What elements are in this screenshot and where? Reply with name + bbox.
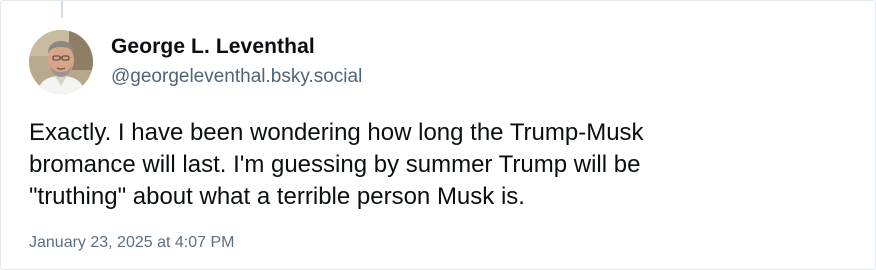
post-text-line: Exactly. I have been wondering how long … [29,119,644,146]
post-text-line: bromance will last. I'm guessing by summ… [29,151,641,178]
author-handle[interactable]: @georgeleventhal.bsky.social [111,66,362,88]
post-body-text: Exactly. I have been wondering how long … [29,117,849,213]
post-timestamp[interactable]: January 23, 2025 at 4:07 PM [29,234,234,252]
avatar-photo-icon [29,30,93,94]
thread-connector-line [61,1,63,18]
author-display-name[interactable]: George L. Leventhal [111,35,315,59]
post-card[interactable]: George L. Leventhal @georgeleventhal.bsk… [0,0,876,270]
post-text-line: "truthing" about what a terrible person … [29,183,525,210]
avatar[interactable] [29,30,93,94]
